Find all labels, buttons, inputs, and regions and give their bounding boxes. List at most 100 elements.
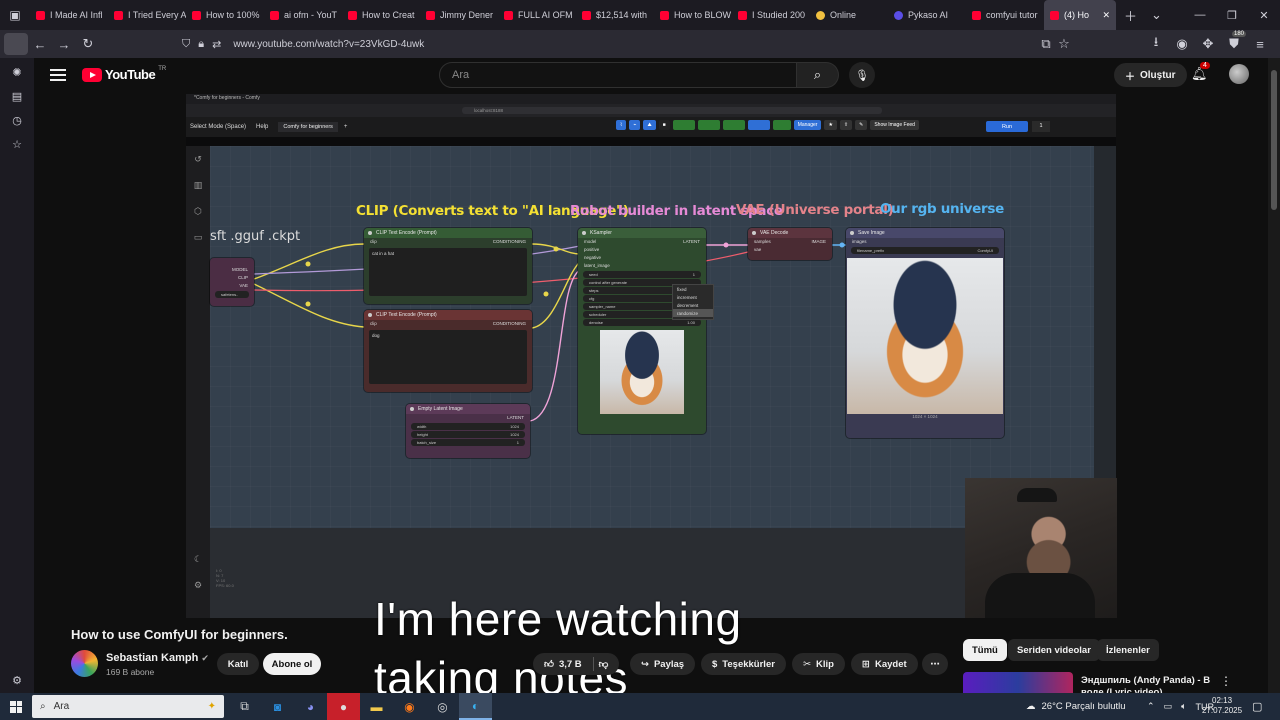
synced-tabs-icon[interactable]: ▤ (0, 84, 34, 108)
task-view-icon[interactable]: ⧉ (228, 693, 261, 720)
subscribe-button[interactable]: Abone ol (263, 653, 321, 675)
search-input[interactable]: Ara (439, 62, 797, 88)
extensions-icon[interactable]: ✥ (1196, 32, 1220, 56)
guide-menu-icon[interactable] (50, 66, 66, 82)
channel-avatar[interactable] (71, 650, 98, 677)
volume-icon[interactable]: 🔈︎ (1181, 701, 1186, 712)
new-tab-icon[interactable]: ＋ (1124, 6, 1137, 25)
tab-controls: ＋ ⌄ (1124, 6, 1162, 25)
thumbs-up-icon[interactable]: 👍︎ (544, 658, 554, 670)
file-explorer-icon[interactable]: ▬ (360, 693, 393, 720)
history-icon[interactable]: ◷ (0, 108, 34, 132)
recording-app-icon[interactable]: ● (327, 693, 360, 720)
obs-icon[interactable]: ◎ (426, 693, 459, 720)
browser-tab[interactable]: How to BLOW (654, 0, 732, 30)
url-text[interactable]: www.youtube.com/watch?v=23VkGD-4uwk (233, 39, 424, 50)
more-actions-button[interactable]: ⋯ (922, 653, 948, 675)
notification-center-icon[interactable]: ▢ (1252, 700, 1262, 713)
chip-series[interactable]: Seriden videolar (1008, 639, 1100, 661)
browser-sidebar: ✺ ▤ ◷ ☆ ⚙ (0, 58, 34, 693)
channel-name[interactable]: Sebastian Kamph ✔ (106, 652, 209, 664)
ksampler-output: LATENT (683, 239, 700, 244)
network-icon[interactable]: ▭ (1164, 701, 1173, 712)
browser-tab[interactable]: comfyui tutor (966, 0, 1044, 30)
sidebar-toggle-button[interactable] (4, 33, 28, 55)
shield-icon[interactable]: ⛉ (182, 38, 190, 51)
channel-name-text[interactable]: Sebastian Kamph (106, 652, 198, 664)
browser-tab[interactable]: How to 100% (186, 0, 264, 30)
chip-watched[interactable]: İzlenenler (1097, 639, 1159, 661)
bookmark-star-icon[interactable]: ☆ (1052, 32, 1076, 56)
account-avatar[interactable] (1229, 64, 1249, 84)
notifications-bell-icon[interactable]: 🔔︎ 4 (1191, 62, 1210, 82)
bookmarks-icon[interactable]: ☆ (0, 132, 34, 156)
minimize-icon[interactable]: — (1184, 0, 1216, 30)
browser-tab[interactable]: Jimmy Dener (420, 0, 498, 30)
recommended-thumbnail[interactable] (963, 672, 1073, 693)
latent-width-widget: width 1024 (411, 423, 525, 430)
join-button[interactable]: Katıl (217, 653, 259, 675)
webcam-overlay (965, 478, 1117, 618)
page-scrollbar[interactable] (1268, 58, 1280, 693)
thumbs-down-icon[interactable]: 👎︎ (599, 658, 609, 670)
forward-icon[interactable]: → (52, 32, 76, 56)
url-bar[interactable]: ⛉ 🔒︎ ⇄ www.youtube.com/watch?v=23VkGD-4u… (176, 32, 1076, 56)
close-window-icon[interactable]: ✕ (1248, 0, 1280, 30)
account-icon[interactable]: ◉ (1170, 32, 1194, 56)
clip-button[interactable]: ✂ Klip (792, 653, 845, 675)
weather-widget[interactable]: ☁ 26°C Parçalı bulutlu (1026, 693, 1126, 720)
tab-overview-icon[interactable]: ▣ (0, 0, 30, 30)
youtube-logo[interactable]: YouTube TR (82, 66, 166, 82)
widget-name: filename_prefix (857, 248, 885, 253)
youtube-icon (348, 10, 357, 20)
app-menu-icon[interactable]: ≡ (1248, 32, 1272, 56)
share-button[interactable]: ↪ Paylaş (630, 653, 696, 675)
browser-tab[interactable]: $12,514 with (576, 0, 654, 30)
more-icon: ⋯ (930, 658, 940, 670)
browser-tab[interactable]: (4) Ho ✕ (1044, 0, 1116, 30)
start-button[interactable] (0, 693, 32, 720)
browser-tab[interactable]: ai ofm - YouT (264, 0, 342, 30)
thanks-button[interactable]: $ Teşekkürler (701, 653, 786, 675)
downloads-icon[interactable]: ⭳ (1144, 32, 1168, 56)
save-button[interactable]: ⊞ Kaydet (851, 653, 918, 675)
discord-icon[interactable]: ◕ (294, 693, 327, 720)
browser-tab[interactable]: I Tried Every A (108, 0, 186, 30)
restore-icon[interactable]: ❐ (1216, 0, 1248, 30)
firefox-icon[interactable]: ◉ (393, 693, 426, 720)
create-button[interactable]: ＋ Oluştur (1114, 63, 1187, 87)
widget-value: 1 (516, 440, 519, 445)
active-app-icon[interactable]: ◐ (459, 693, 492, 720)
widget-name: height (417, 432, 428, 437)
youtube-icon (738, 10, 747, 20)
reload-icon[interactable]: ↻ (76, 32, 100, 56)
outlook-icon[interactable]: ◙ (261, 693, 294, 720)
customize-sidebar-icon[interactable]: ⚙ (0, 668, 34, 692)
browser-tab[interactable]: I Made AI Infl (30, 0, 108, 30)
taskbar-search[interactable]: ⌕ Ara ✦ (32, 695, 224, 718)
search-button[interactable]: ⌕ (797, 62, 839, 88)
scrollbar-thumb[interactable] (1271, 70, 1277, 210)
ai-chatbot-icon[interactable]: ✺ (0, 60, 34, 84)
browser-tab[interactable]: I Studied 200 (732, 0, 810, 30)
back-icon[interactable]: ← (28, 32, 52, 56)
browser-tab[interactable]: Online (810, 0, 888, 30)
save-input: images (852, 239, 867, 244)
close-tab-icon[interactable]: ✕ (1102, 10, 1110, 21)
taskbar-clock[interactable]: 02:13 27.07.2025 (1202, 696, 1242, 716)
ublock-icon[interactable]: ⛊ 180 (1222, 31, 1247, 56)
voice-search-button[interactable]: 🎙︎ (849, 62, 875, 88)
list-all-tabs-icon[interactable]: ⌄ (1151, 7, 1162, 23)
permissions-icon[interactable]: ⇄ (212, 38, 221, 51)
like-dislike-group[interactable]: 👍︎ 3,7 B 👎︎ (533, 653, 620, 675)
lock-icon[interactable]: 🔒︎ (198, 38, 204, 51)
tray-chevron-icon[interactable]: ⌃ (1147, 701, 1155, 712)
browser-tab[interactable]: FULL AI OFM (498, 0, 576, 30)
youtube-icon (1050, 10, 1059, 20)
ksampler-io: model positive negative latent_image LAT… (578, 238, 706, 270)
chip-all[interactable]: Tümü (963, 639, 1007, 661)
widget-name: seed (589, 272, 598, 277)
recommended-menu-icon[interactable]: ⋮ (1220, 674, 1232, 688)
browser-tab[interactable]: Pykaso AI (888, 0, 966, 30)
browser-tab[interactable]: How to Creat (342, 0, 420, 30)
